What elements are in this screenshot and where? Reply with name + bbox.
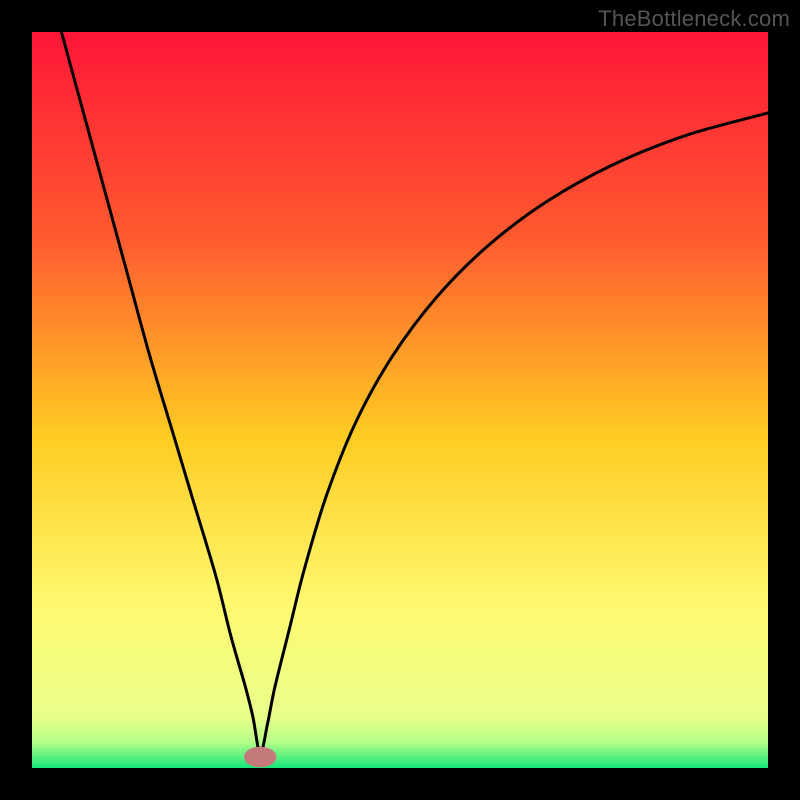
watermark-text: TheBottleneck.com [598,6,790,32]
chart-svg [32,32,768,768]
chart-frame: TheBottleneck.com [0,0,800,800]
optimum-marker [244,747,276,768]
plot-area [32,32,768,768]
gradient-background [32,32,768,768]
